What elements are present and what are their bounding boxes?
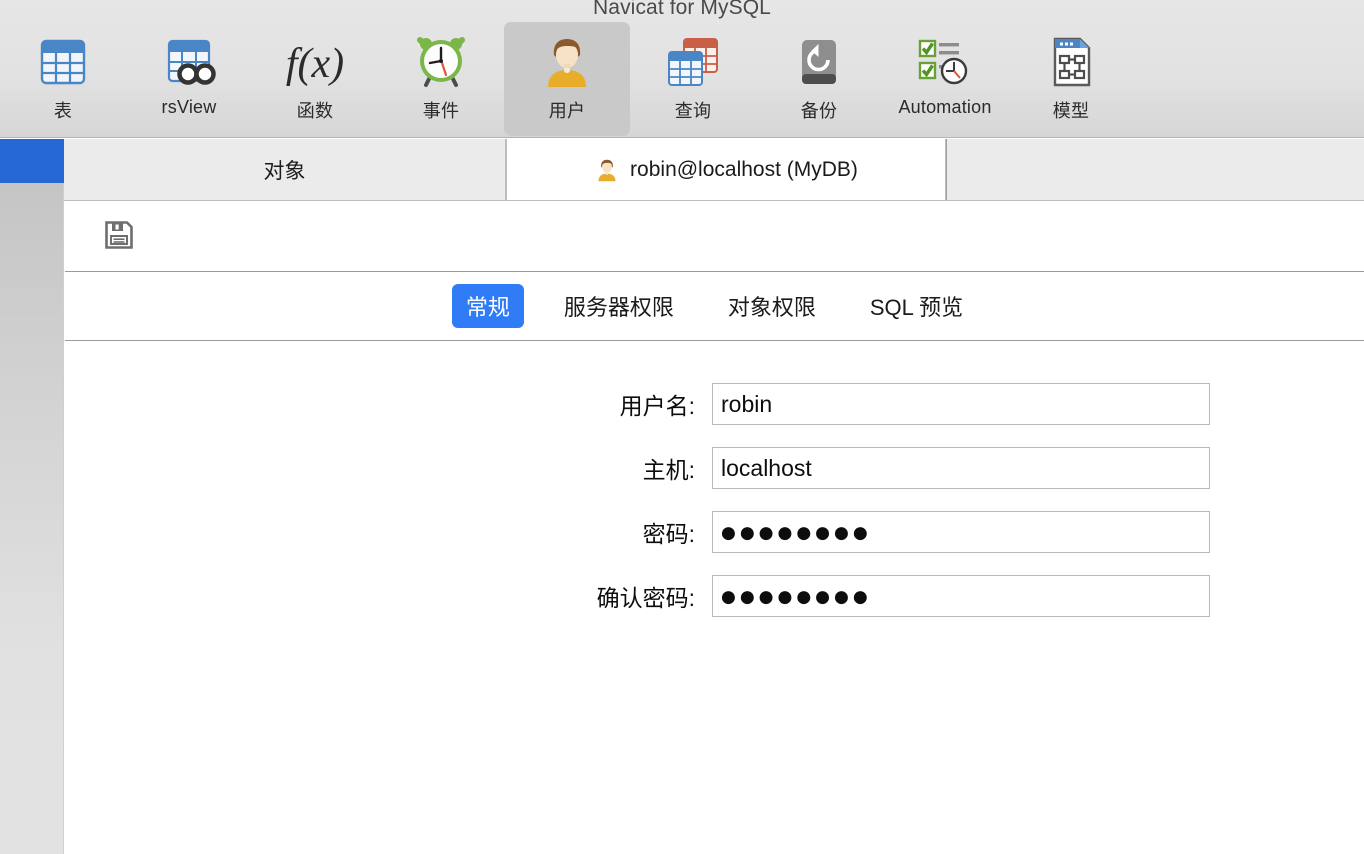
confirm-password-label: 确认密码: bbox=[596, 585, 695, 611]
editor-section-tabs: 常规 服务器权限 对象权限 SQL 预览 bbox=[65, 272, 1364, 341]
tab-sql-preview[interactable]: SQL 预览 bbox=[856, 284, 977, 328]
tab-general[interactable]: 常规 bbox=[451, 284, 524, 328]
tab-object[interactable]: 对象 bbox=[64, 139, 506, 200]
confirm-password-input[interactable] bbox=[712, 575, 1210, 617]
field-row-confirm-password: 确认密码: bbox=[65, 575, 1364, 617]
field-row-host: 主机: bbox=[65, 447, 1364, 489]
query-tables-icon bbox=[658, 31, 728, 93]
app-window: Navicat for MySQL 表 rsView f(x) 函数 事件 用户… bbox=[0, 0, 1364, 854]
tab-server-privileges-label: 服务器权限 bbox=[563, 295, 674, 320]
toolbar-button-backup[interactable]: 备份 bbox=[756, 22, 882, 136]
user-general-form: 用户名: 主机: 密码: 确认密码: bbox=[65, 341, 1364, 854]
save-button[interactable] bbox=[101, 219, 137, 255]
tab-object-privileges-label: 对象权限 bbox=[727, 295, 816, 320]
function-fx-icon: f(x) bbox=[280, 31, 350, 93]
toolbar-button-model[interactable]: 模型 bbox=[1008, 22, 1134, 136]
backup-restore-icon bbox=[784, 31, 854, 93]
table-icon bbox=[28, 31, 98, 93]
toolbar-label: 用户 bbox=[548, 101, 586, 121]
tab-user-label: robin@localhost (MyDB) bbox=[630, 157, 858, 181]
field-row-username: 用户名: bbox=[65, 383, 1364, 425]
toolbar-button-rsview[interactable]: rsView bbox=[126, 22, 252, 136]
toolbar-button-query[interactable]: 查询 bbox=[630, 22, 756, 136]
password-input[interactable] bbox=[712, 511, 1210, 553]
alarm-clock-icon bbox=[406, 31, 476, 93]
editor-toolbar bbox=[65, 201, 1364, 272]
toolbar-button-automation[interactable]: Automation bbox=[882, 22, 1008, 136]
sidebar-selected-item[interactable] bbox=[0, 139, 64, 183]
model-diagram-icon bbox=[1036, 31, 1106, 93]
left-sidebar[interactable] bbox=[0, 139, 64, 854]
floppy-save-icon bbox=[103, 219, 135, 256]
tab-general-label: 常规 bbox=[465, 295, 510, 320]
user-icon bbox=[532, 31, 602, 93]
tab-server-privileges[interactable]: 服务器权限 bbox=[550, 284, 688, 328]
toolbar-label: 事件 bbox=[422, 101, 460, 121]
toolbar-label: 备份 bbox=[800, 101, 838, 121]
toolbar-label: rsView bbox=[161, 97, 217, 117]
tab-user-editor[interactable]: robin@localhost (MyDB) bbox=[506, 139, 946, 200]
toolbar-button-event[interactable]: 事件 bbox=[378, 22, 504, 136]
username-label: 用户名: bbox=[619, 393, 695, 419]
toolbar-label: 表 bbox=[53, 101, 73, 121]
svg-text:f(x): f(x) bbox=[286, 41, 344, 87]
toolbar-label: 模型 bbox=[1052, 101, 1090, 121]
toolbar-button-user[interactable]: 用户 bbox=[504, 22, 630, 136]
automation-checklist-clock-icon bbox=[910, 31, 980, 93]
user-avatar-icon bbox=[594, 157, 620, 183]
tab-object-privileges[interactable]: 对象权限 bbox=[714, 284, 830, 328]
username-input[interactable] bbox=[712, 383, 1210, 425]
toolbar-label: 查询 bbox=[674, 101, 712, 121]
window-title: Navicat for MySQL bbox=[593, 0, 771, 19]
tab-bar-empty-area bbox=[946, 139, 1364, 200]
main-toolbar: Navicat for MySQL 表 rsView f(x) 函数 事件 用户… bbox=[0, 0, 1364, 138]
toolbar-label: 函数 bbox=[296, 101, 334, 121]
tab-sql-preview-label: SQL 预览 bbox=[869, 295, 964, 320]
field-row-password: 密码: bbox=[65, 511, 1364, 553]
toolbar-button-table[interactable]: 表 bbox=[0, 22, 126, 136]
view-icon bbox=[154, 31, 224, 93]
tab-object-label: 对象 bbox=[263, 159, 306, 183]
tab-bar: 对象 robin@localhost (MyDB) bbox=[64, 139, 1364, 201]
toolbar-button-function[interactable]: f(x) 函数 bbox=[252, 22, 378, 136]
toolbar-label: Automation bbox=[898, 97, 992, 117]
toolbar-items: 表 rsView f(x) 函数 事件 用户 查询 备份 Automation … bbox=[0, 22, 1134, 138]
host-label: 主机: bbox=[642, 457, 695, 483]
host-input[interactable] bbox=[712, 447, 1210, 489]
password-label: 密码: bbox=[642, 521, 695, 547]
